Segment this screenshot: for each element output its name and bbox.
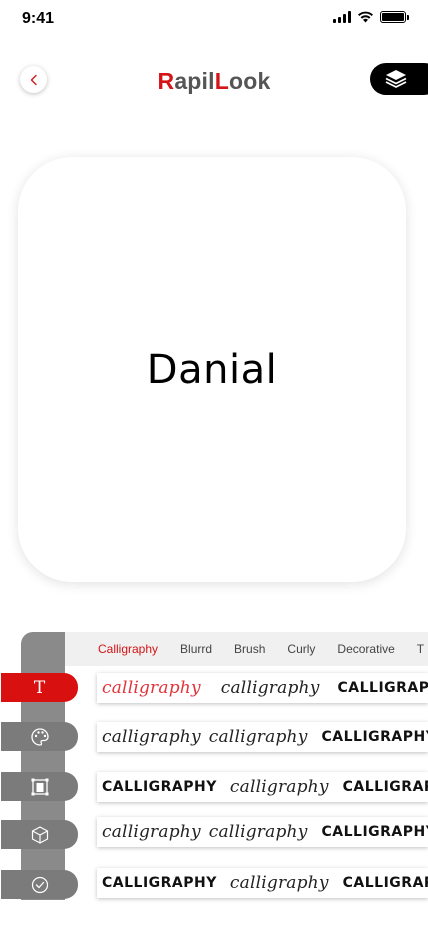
font-row-3: CALLIGRAPHY calligraphy CALLIGRAPHY <box>97 772 428 802</box>
font-sample[interactable]: calligraphy <box>209 822 308 842</box>
wifi-icon <box>358 11 373 23</box>
tab-blurrd[interactable]: Blurrd <box>180 642 212 656</box>
font-sample[interactable]: CALLIGRAPHY <box>102 779 217 795</box>
cube-icon <box>31 825 48 844</box>
status-icons <box>333 11 409 23</box>
check-circle-icon <box>31 876 48 893</box>
font-row-1: calligraphy calligraphy CALLIGRAPHY <box>97 673 428 703</box>
font-sample[interactable]: calligraphy <box>102 678 201 698</box>
cellular-signal-icon <box>333 11 351 23</box>
canvas-preview[interactable]: Danial <box>18 157 406 582</box>
battery-icon <box>380 11 409 23</box>
canvas-text[interactable]: Danial <box>147 347 277 393</box>
font-sample[interactable]: CALLIGRAPHY <box>343 875 428 891</box>
font-category-tabs: Calligraphy Blurrd Brush Curly Decorativ… <box>65 632 428 666</box>
font-row-4: calligraphy calligraphy CALLIGRAPHY <box>97 817 428 847</box>
palette-icon <box>30 727 49 746</box>
title-part-apil: apil <box>174 68 215 94</box>
text-icon: T <box>33 677 46 698</box>
font-sample[interactable]: CALLIGRAPHY <box>102 875 217 891</box>
layers-button[interactable] <box>370 63 428 95</box>
tab-brush[interactable]: Brush <box>234 642 265 656</box>
title-part-ook: ook <box>228 68 271 94</box>
font-sample[interactable]: CALLIGRAPHY <box>322 824 428 840</box>
tab-more[interactable]: T <box>417 642 424 656</box>
status-time: 9:41 <box>22 10 55 27</box>
font-sample[interactable]: CALLIGRAPHY <box>343 779 428 795</box>
font-sample[interactable]: calligraphy <box>102 822 201 842</box>
text-tool-button[interactable]: T <box>1 673 78 702</box>
font-sample[interactable]: calligraphy <box>230 777 329 797</box>
font-sample[interactable]: calligraphy <box>230 873 329 893</box>
3d-tool-button[interactable] <box>1 820 78 849</box>
title-letter-r: R <box>157 68 175 94</box>
tab-curly[interactable]: Curly <box>287 642 315 656</box>
tab-calligraphy[interactable]: Calligraphy <box>98 642 158 656</box>
done-tool-button[interactable] <box>1 870 78 899</box>
app-title: RapilLook <box>0 68 428 95</box>
layers-icon <box>385 70 407 88</box>
font-sample[interactable]: CALLIGRAPHY <box>338 680 428 696</box>
status-bar: 9:41 <box>0 0 428 40</box>
font-sample[interactable]: calligraphy <box>209 727 308 747</box>
text-box-tool-button[interactable] <box>1 772 78 801</box>
color-tool-button[interactable] <box>1 722 78 751</box>
font-sample[interactable]: calligraphy <box>102 727 201 747</box>
title-letter-l: L <box>214 68 229 94</box>
font-row-5: CALLIGRAPHY calligraphy CALLIGRAPHY <box>97 868 428 898</box>
text-box-icon <box>31 778 48 795</box>
font-row-2: calligraphy calligraphy CALLIGRAPHY <box>97 722 428 752</box>
tab-decorative[interactable]: Decorative <box>337 642 394 656</box>
font-sample[interactable]: calligraphy <box>221 678 320 698</box>
font-sample[interactable]: CALLIGRAPHY <box>322 729 428 745</box>
